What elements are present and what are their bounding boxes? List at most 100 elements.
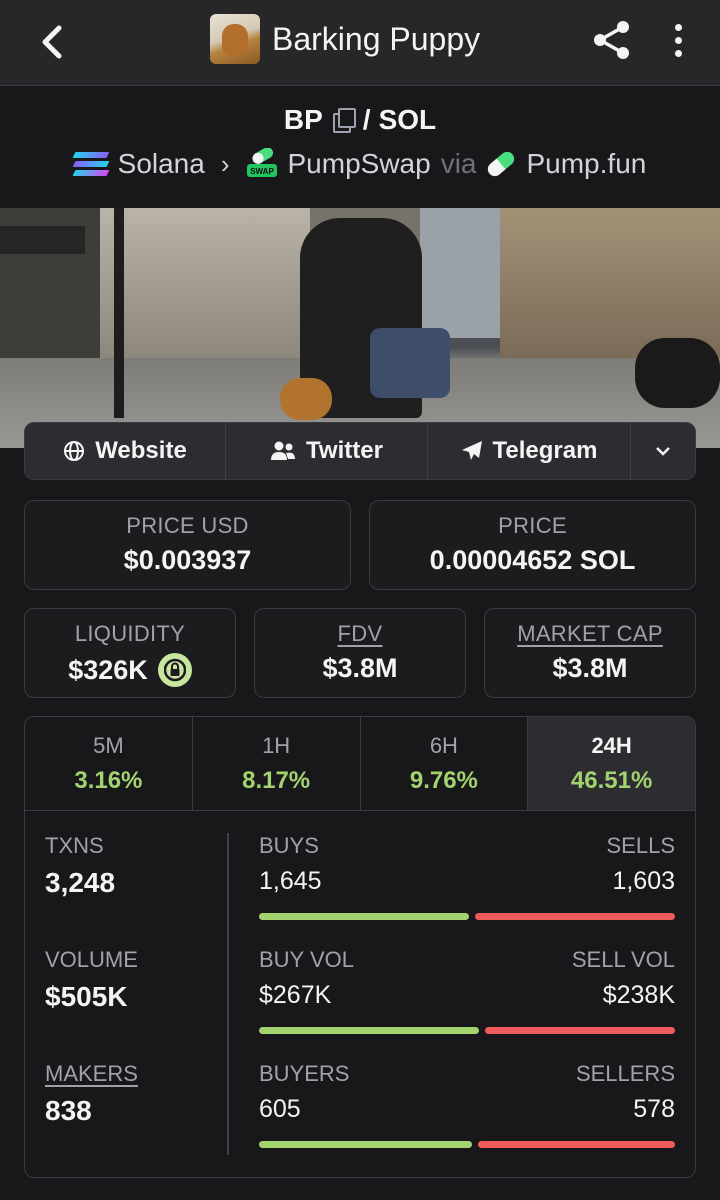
sells-bar-fill: [475, 913, 675, 920]
sellers-bar-fill: [477, 1141, 675, 1148]
token-header: Barking Puppy: [210, 14, 480, 64]
back-button[interactable]: [28, 18, 76, 66]
token-avatar: [210, 14, 260, 64]
chain-link[interactable]: Solana: [118, 148, 205, 180]
pumpswap-icon: SWAP: [246, 147, 278, 180]
buyers-sellers-row: BUYERS SELLERS 605 578: [259, 1061, 675, 1175]
twitter-label: Twitter: [306, 437, 383, 464]
solana-icon: [72, 150, 110, 178]
tab-label: 6H: [429, 733, 458, 758]
website-label: Website: [95, 437, 187, 464]
market-cap-card[interactable]: MARKET CAP $3.8M: [484, 608, 696, 698]
sell-vol-bar-fill: [485, 1027, 675, 1034]
chevron-left-icon: [42, 25, 62, 59]
share-icon: [594, 21, 629, 59]
dex-link[interactable]: PumpSwap: [288, 148, 431, 180]
chevron-right-icon: ›: [220, 148, 230, 179]
market-cap-label[interactable]: MARKET CAP: [485, 621, 695, 647]
buyers-label: BUYERS: [259, 1061, 350, 1086]
globe-icon: [64, 441, 85, 461]
buys-bar-fill: [259, 913, 470, 920]
liquidity-label: LIQUIDITY: [74, 621, 186, 646]
volume-metric: VOLUME $505K: [45, 947, 225, 1061]
more-vertical-icon[interactable]: [664, 18, 692, 62]
website-button[interactable]: Website: [25, 423, 226, 479]
volume-value: $505K: [45, 981, 128, 1012]
fdv-value: $3.8M: [322, 653, 398, 683]
users-icon: [271, 441, 296, 460]
buys-sells-bar: [259, 913, 675, 920]
fdv-label[interactable]: FDV: [255, 621, 465, 647]
liquidity-value: $326K: [68, 654, 148, 685]
lock-icon[interactable]: [157, 653, 192, 687]
tab-5m[interactable]: 5M 3.16%: [25, 717, 193, 810]
makers-label[interactable]: MAKERS: [45, 1061, 225, 1087]
sellers-label: SELLERS: [575, 1061, 675, 1086]
price-usd-value: $0.003937: [123, 545, 252, 575]
volume-label: VOLUME: [45, 947, 138, 972]
pair-separator: /: [362, 104, 371, 135]
buyers-value: 605: [259, 1095, 301, 1123]
chevron-down-icon: [656, 447, 670, 456]
price-usd-card: PRICE USD $0.003937: [24, 500, 351, 590]
tab-change: 9.76%: [409, 767, 478, 794]
sells-value: 1,603: [612, 867, 675, 895]
price-native-label: PRICE: [498, 513, 567, 538]
sell-vol-value: $238K: [602, 981, 675, 1009]
market-cap-value: $3.8M: [552, 653, 628, 683]
fdv-card[interactable]: FDV $3.8M: [254, 608, 466, 698]
swap-badge: SWAP: [250, 167, 274, 176]
tab-change: 46.51%: [570, 767, 653, 794]
stats-breakdown: BUYS SELLS 1,645 1,603 BUY VOL SELL VOL …: [259, 833, 675, 1175]
tab-label: 24H: [591, 733, 632, 758]
txns-value: 3,248: [45, 867, 116, 898]
tab-6h[interactable]: 6H 9.76%: [361, 717, 529, 810]
buys-sells-row: BUYS SELLS 1,645 1,603: [259, 833, 675, 947]
paper-plane-icon: [461, 441, 482, 460]
more-links-button[interactable]: [631, 423, 695, 479]
volume-bar: [259, 1027, 675, 1034]
liquidity-card: LIQUIDITY $326K: [24, 608, 236, 698]
buyers-bar: [259, 1141, 675, 1148]
txns-label: TXNS: [45, 833, 104, 858]
sells-label: SELLS: [606, 833, 676, 858]
stats-summary: TXNS 3,248 VOLUME $505K MAKERS 838: [45, 833, 225, 1175]
buy-vol-label: BUY VOL: [259, 947, 354, 972]
token-title: Barking Puppy: [272, 20, 481, 57]
stats-panel: 5M 3.16% 1H 8.17% 6H 9.76% 24H 46.51% TX…: [24, 716, 696, 1178]
buys-value: 1,645: [259, 867, 322, 895]
makers-metric: MAKERS 838: [45, 1061, 225, 1175]
timeframe-tabs: 5M 3.16% 1H 8.17% 6H 9.76% 24H 46.51%: [25, 717, 695, 811]
quote-symbol: SOL: [378, 104, 437, 135]
sellers-value: 578: [633, 1095, 675, 1123]
price-usd-label: PRICE USD: [126, 513, 249, 538]
stats-divider: [227, 833, 229, 1155]
base-symbol: BP: [283, 104, 323, 135]
tab-label: 1H: [262, 733, 291, 758]
token-banner-image: [0, 208, 720, 448]
sell-vol-label: SELL VOL: [571, 947, 675, 972]
tab-label: 5M: [93, 733, 124, 758]
buyvol-sellvol-row: BUY VOL SELL VOL $267K $238K: [259, 947, 675, 1061]
tab-24h[interactable]: 24H 46.51%: [528, 717, 695, 810]
txns-metric: TXNS 3,248: [45, 833, 225, 947]
copy-icon[interactable]: [331, 107, 356, 133]
pill-icon: [485, 148, 518, 180]
telegram-label: Telegram: [492, 437, 598, 464]
pair-title: BP / SOL: [0, 104, 720, 136]
tab-change: 3.16%: [74, 767, 143, 794]
chain-breadcrumb: Solana › SWAP PumpSwap via Pump.fun: [0, 147, 720, 180]
price-native-card: PRICE 0.00004652 SOL: [369, 500, 696, 590]
telegram-button[interactable]: Telegram: [428, 423, 631, 479]
share-button[interactable]: [590, 18, 634, 62]
via-label: via: [440, 148, 477, 179]
launchpad-link[interactable]: Pump.fun: [526, 148, 646, 180]
price-native-value: 0.00004652 SOL: [429, 545, 636, 575]
buys-label: BUYS: [259, 833, 319, 858]
tab-1h[interactable]: 1H 8.17%: [193, 717, 361, 810]
buy-vol-value: $267K: [259, 981, 332, 1009]
tab-change: 8.17%: [242, 767, 311, 794]
social-links-bar: Website Twitter Telegram: [24, 422, 696, 480]
buy-vol-bar-fill: [259, 1027, 480, 1034]
twitter-button[interactable]: Twitter: [226, 423, 428, 479]
